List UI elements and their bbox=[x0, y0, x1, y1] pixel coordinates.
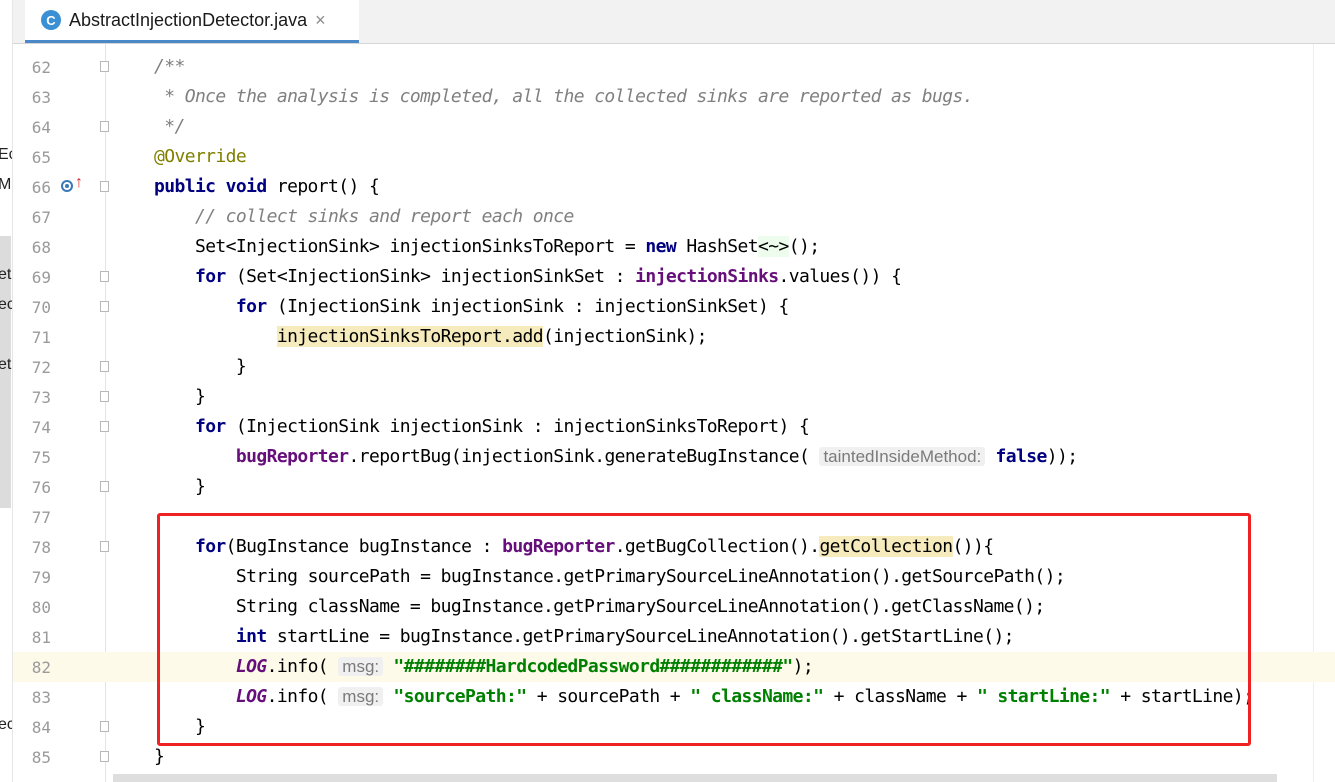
code-text[interactable]: injectionSinksToReport.add(injectionSink… bbox=[154, 326, 707, 347]
code-line[interactable]: 70 for (InjectionSink injectionSink : in… bbox=[13, 292, 1335, 322]
override-marker-icon[interactable] bbox=[61, 180, 73, 192]
fold-marker-icon[interactable] bbox=[100, 361, 109, 372]
truncated-label[interactable]: ec bbox=[0, 296, 12, 314]
highlight-annotation-box bbox=[157, 513, 1251, 746]
line-number: 69 bbox=[31, 268, 51, 287]
code-line[interactable]: 63 * Once the analysis is completed, all… bbox=[13, 82, 1335, 112]
code-text[interactable]: /** bbox=[154, 56, 185, 77]
code-text[interactable]: } bbox=[154, 386, 206, 407]
parameter-hint: taintedInsideMethod: bbox=[819, 447, 986, 466]
line-number: 85 bbox=[31, 748, 51, 767]
code-text[interactable]: */ bbox=[154, 116, 185, 137]
fold-marker-icon[interactable] bbox=[100, 721, 109, 732]
editor-tab-bar: C AbstractInjectionDetector.java × bbox=[13, 0, 1335, 44]
horizontal-scrollbar[interactable] bbox=[113, 774, 1277, 782]
code-text[interactable]: for (InjectionSink injectionSink : injec… bbox=[154, 296, 789, 317]
up-arrow-icon[interactable]: ↑ bbox=[75, 174, 83, 192]
code-line[interactable]: 64 */ bbox=[13, 112, 1335, 142]
code-text[interactable]: public void report() { bbox=[154, 176, 380, 197]
code-line[interactable]: 62 /** bbox=[13, 52, 1335, 82]
line-number: 68 bbox=[31, 238, 51, 257]
code-line[interactable]: 76 } bbox=[13, 472, 1335, 502]
code-text[interactable]: } bbox=[154, 476, 206, 497]
line-number: 66 bbox=[31, 178, 51, 197]
line-number: 71 bbox=[31, 328, 51, 347]
code-text[interactable]: bugReporter.reportBug(injectionSink.gene… bbox=[154, 446, 1078, 467]
line-number: 65 bbox=[31, 148, 51, 167]
code-line[interactable]: 65 @Override bbox=[13, 142, 1335, 172]
line-number: 82 bbox=[31, 658, 51, 677]
code-line[interactable]: 71 injectionSinksToReport.add(injectionS… bbox=[13, 322, 1335, 352]
editor-tab[interactable]: C AbstractInjectionDetector.java × bbox=[25, 0, 359, 43]
code-line[interactable]: 69 for (Set<InjectionSink> injectionSink… bbox=[13, 262, 1335, 292]
code-line[interactable]: 74 for (InjectionSink injectionSink : in… bbox=[13, 412, 1335, 442]
fold-marker-icon[interactable] bbox=[100, 181, 109, 192]
line-number: 74 bbox=[31, 418, 51, 437]
fold-marker-icon[interactable] bbox=[100, 541, 109, 552]
code-text[interactable]: } bbox=[154, 746, 165, 767]
java-class-icon: C bbox=[41, 10, 61, 30]
code-text[interactable]: Set<InjectionSink> injectionSinksToRepor… bbox=[154, 236, 820, 257]
code-line[interactable]: 66 ↑ public void report() { bbox=[13, 172, 1335, 202]
line-number: 70 bbox=[31, 298, 51, 317]
truncated-label[interactable]: et bbox=[0, 266, 11, 284]
code-text[interactable]: @Override bbox=[154, 146, 247, 167]
code-text[interactable]: } bbox=[154, 356, 247, 377]
line-number: 78 bbox=[31, 538, 51, 557]
line-number: 81 bbox=[31, 628, 51, 647]
line-number: 64 bbox=[31, 118, 51, 137]
fold-marker-icon[interactable] bbox=[100, 271, 109, 282]
truncated-label[interactable]: M bbox=[0, 176, 11, 194]
truncated-label[interactable]: ec bbox=[0, 716, 12, 734]
close-icon[interactable]: × bbox=[315, 10, 326, 31]
fold-marker-icon[interactable] bbox=[100, 391, 109, 402]
line-number: 63 bbox=[31, 88, 51, 107]
fold-marker-icon[interactable] bbox=[100, 61, 109, 72]
fold-marker-icon[interactable] bbox=[100, 421, 109, 432]
line-number: 84 bbox=[31, 718, 51, 737]
code-line[interactable]: 85 } bbox=[13, 742, 1335, 772]
code-line[interactable]: 68 Set<InjectionSink> injectionSinksToRe… bbox=[13, 232, 1335, 262]
code-text[interactable]: * Once the analysis is completed, all th… bbox=[154, 86, 973, 107]
line-number: 72 bbox=[31, 358, 51, 377]
line-number: 76 bbox=[31, 478, 51, 497]
line-number: 77 bbox=[31, 508, 51, 527]
line-number: 79 bbox=[31, 568, 51, 587]
truncated-label[interactable]: Ec bbox=[0, 146, 12, 164]
code-line[interactable]: 73 } bbox=[13, 382, 1335, 412]
line-number: 62 bbox=[31, 58, 51, 77]
line-number: 73 bbox=[31, 388, 51, 407]
truncated-label[interactable]: et bbox=[0, 356, 11, 374]
line-number: 80 bbox=[31, 598, 51, 617]
line-number: 75 bbox=[31, 448, 51, 467]
line-number: 67 bbox=[31, 208, 51, 227]
line-number: 83 bbox=[31, 688, 51, 707]
fold-marker-icon[interactable] bbox=[100, 751, 109, 762]
code-text[interactable]: for (InjectionSink injectionSink : injec… bbox=[154, 416, 810, 437]
fold-marker-icon[interactable] bbox=[100, 301, 109, 312]
tab-title[interactable]: AbstractInjectionDetector.java bbox=[69, 10, 307, 31]
fold-marker-icon[interactable] bbox=[100, 481, 109, 492]
fold-marker-icon[interactable] bbox=[100, 121, 109, 132]
code-line[interactable]: 67 // collect sinks and report each once bbox=[13, 202, 1335, 232]
code-line[interactable]: 72 } bbox=[13, 352, 1335, 382]
code-text[interactable]: for (Set<InjectionSink> injectionSinkSet… bbox=[154, 266, 902, 287]
code-text[interactable]: // collect sinks and report each once bbox=[154, 206, 574, 227]
code-line[interactable]: 75 bugReporter.reportBug(injectionSink.g… bbox=[13, 442, 1335, 472]
project-panel-edge: Ec M et ec et ec bbox=[0, 0, 13, 782]
